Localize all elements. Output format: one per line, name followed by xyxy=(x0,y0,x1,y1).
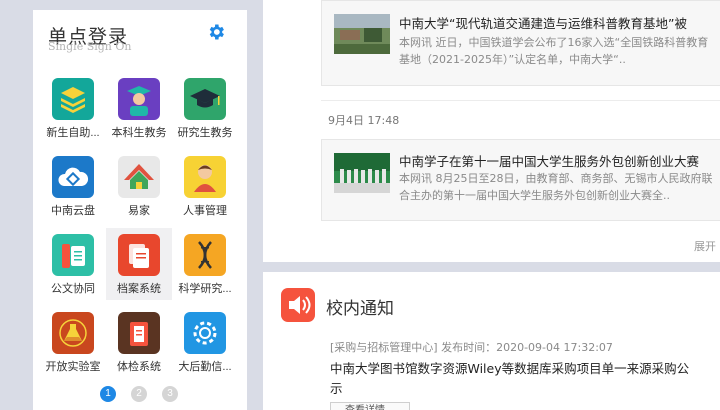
news-thumbnail xyxy=(334,14,390,54)
app-label: 体检系统 xyxy=(117,361,161,373)
app-label: 易家 xyxy=(128,205,150,217)
speaker-icon xyxy=(281,288,315,322)
sso-subtitle: Single Sign On xyxy=(48,40,132,53)
mortarboard-icon xyxy=(184,78,226,120)
person-icon xyxy=(184,156,226,198)
divider xyxy=(321,100,720,101)
app-label: 研究生教务 xyxy=(177,127,233,139)
news-desc: 本网讯 8月25日至28日，由教育部、商务部、无锡市人民政府联合主办的第十一届中… xyxy=(399,172,713,202)
cloud-icon xyxy=(52,156,94,198)
page-indicator: 1 2 3 xyxy=(33,386,247,404)
app-label: 新生自助... xyxy=(46,127,100,139)
app-label: 中南云盘 xyxy=(51,205,95,217)
notice-text[interactable]: 中南大学图书馆数字资源Wiley等数据库采购项目单一来源采购公示 xyxy=(330,359,690,399)
app-label: 开放实验室 xyxy=(45,361,101,373)
app-scientific-research[interactable]: 科学研究... xyxy=(172,228,238,300)
app-label: 大后勤信... xyxy=(178,361,232,373)
app-yijia[interactable]: 易家 xyxy=(106,150,172,222)
sso-panel: 单点登录 Single Sign On 新生自助... 本科生教务 研究生教务 … xyxy=(33,10,247,410)
notice-meta: [采购与招标管理中心] 发布时间：2020-09-04 17:32:07 xyxy=(330,341,613,354)
notice-title: 校内通知 xyxy=(326,299,394,319)
expand-link[interactable]: 展开 xyxy=(694,238,716,254)
graduate-student-icon xyxy=(118,78,160,120)
documents-icon xyxy=(52,234,94,276)
app-grad-academic[interactable]: 研究生教务 xyxy=(172,72,238,144)
view-detail-button[interactable]: 查看详情 xyxy=(330,402,410,410)
news-desc: 本网讯 近日，中国铁道学会公布了16家入选“全国铁路科普教育基地（2021-20… xyxy=(399,36,709,66)
gear-icon[interactable] xyxy=(206,22,226,42)
page-dot-3[interactable]: 3 xyxy=(162,386,178,402)
news-thumbnail xyxy=(334,153,390,193)
app-label: 档案系统 xyxy=(117,283,161,295)
app-label: 公文协同 xyxy=(51,283,95,295)
news-title[interactable]: 中南学子在第十一届中国大学生服务外包创新创业大赛 xyxy=(399,151,720,170)
news-title[interactable]: 中南大学“现代轨道交通建造与运维科普教育基地”被 xyxy=(399,13,720,32)
news-item[interactable]: 中南大学“现代轨道交通建造与运维科普教育基地”被 本网讯 近日，中国铁道学会公布… xyxy=(321,0,720,86)
app-label: 本科生教务 xyxy=(111,127,167,139)
dna-icon xyxy=(184,234,226,276)
app-archive-system[interactable]: 档案系统 xyxy=(106,228,172,300)
app-undergrad-academic[interactable]: 本科生教务 xyxy=(106,72,172,144)
folder-icon xyxy=(118,234,160,276)
app-document-collab[interactable]: 公文协同 xyxy=(40,228,106,300)
house-icon xyxy=(118,156,160,198)
page-dot-1[interactable]: 1 xyxy=(100,386,116,402)
app-open-laboratory[interactable]: 开放实验室 xyxy=(40,306,106,378)
app-medical-exam[interactable]: 体检系统 xyxy=(106,306,172,378)
flask-icon xyxy=(52,312,94,354)
app-label: 科学研究... xyxy=(178,283,232,295)
notice-panel: 校内通知 [采购与招标管理中心] 发布时间：2020-09-04 17:32:0… xyxy=(263,272,720,410)
clipboard-icon xyxy=(118,312,160,354)
app-logistics-info[interactable]: 大后勤信... xyxy=(172,306,238,378)
news-item[interactable]: 中南学子在第十一届中国大学生服务外包创新创业大赛 本网讯 8月25日至28日，由… xyxy=(321,139,720,221)
news-date: 9月4日 17:48 xyxy=(328,114,400,127)
news-panel: 中南大学“现代轨道交通建造与运维科普教育基地”被 本网讯 近日，中国铁道学会公布… xyxy=(263,0,720,262)
app-csu-cloud-disk[interactable]: 中南云盘 xyxy=(40,150,106,222)
page-dot-2[interactable]: 2 xyxy=(131,386,147,402)
layers-icon xyxy=(52,78,94,120)
app-label: 人事管理 xyxy=(183,205,227,217)
app-hr-management[interactable]: 人事管理 xyxy=(172,150,238,222)
cog-icon xyxy=(184,312,226,354)
app-freshman-self-service[interactable]: 新生自助... xyxy=(40,72,106,144)
